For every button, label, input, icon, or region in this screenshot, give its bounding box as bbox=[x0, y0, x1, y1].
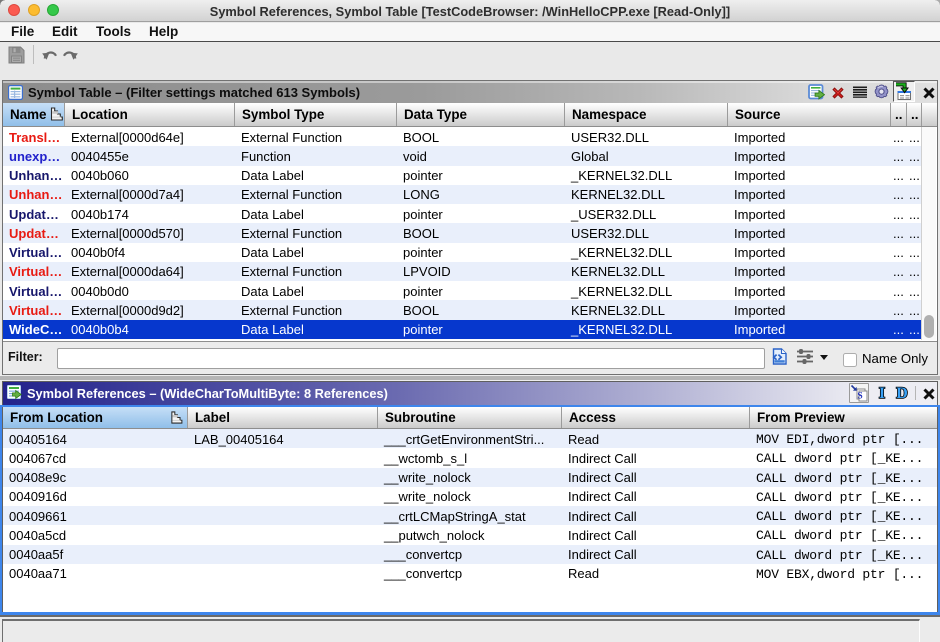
svg-text:D: D bbox=[896, 385, 908, 402]
svg-text:S: S bbox=[857, 392, 862, 402]
svg-text:I: I bbox=[879, 385, 885, 402]
